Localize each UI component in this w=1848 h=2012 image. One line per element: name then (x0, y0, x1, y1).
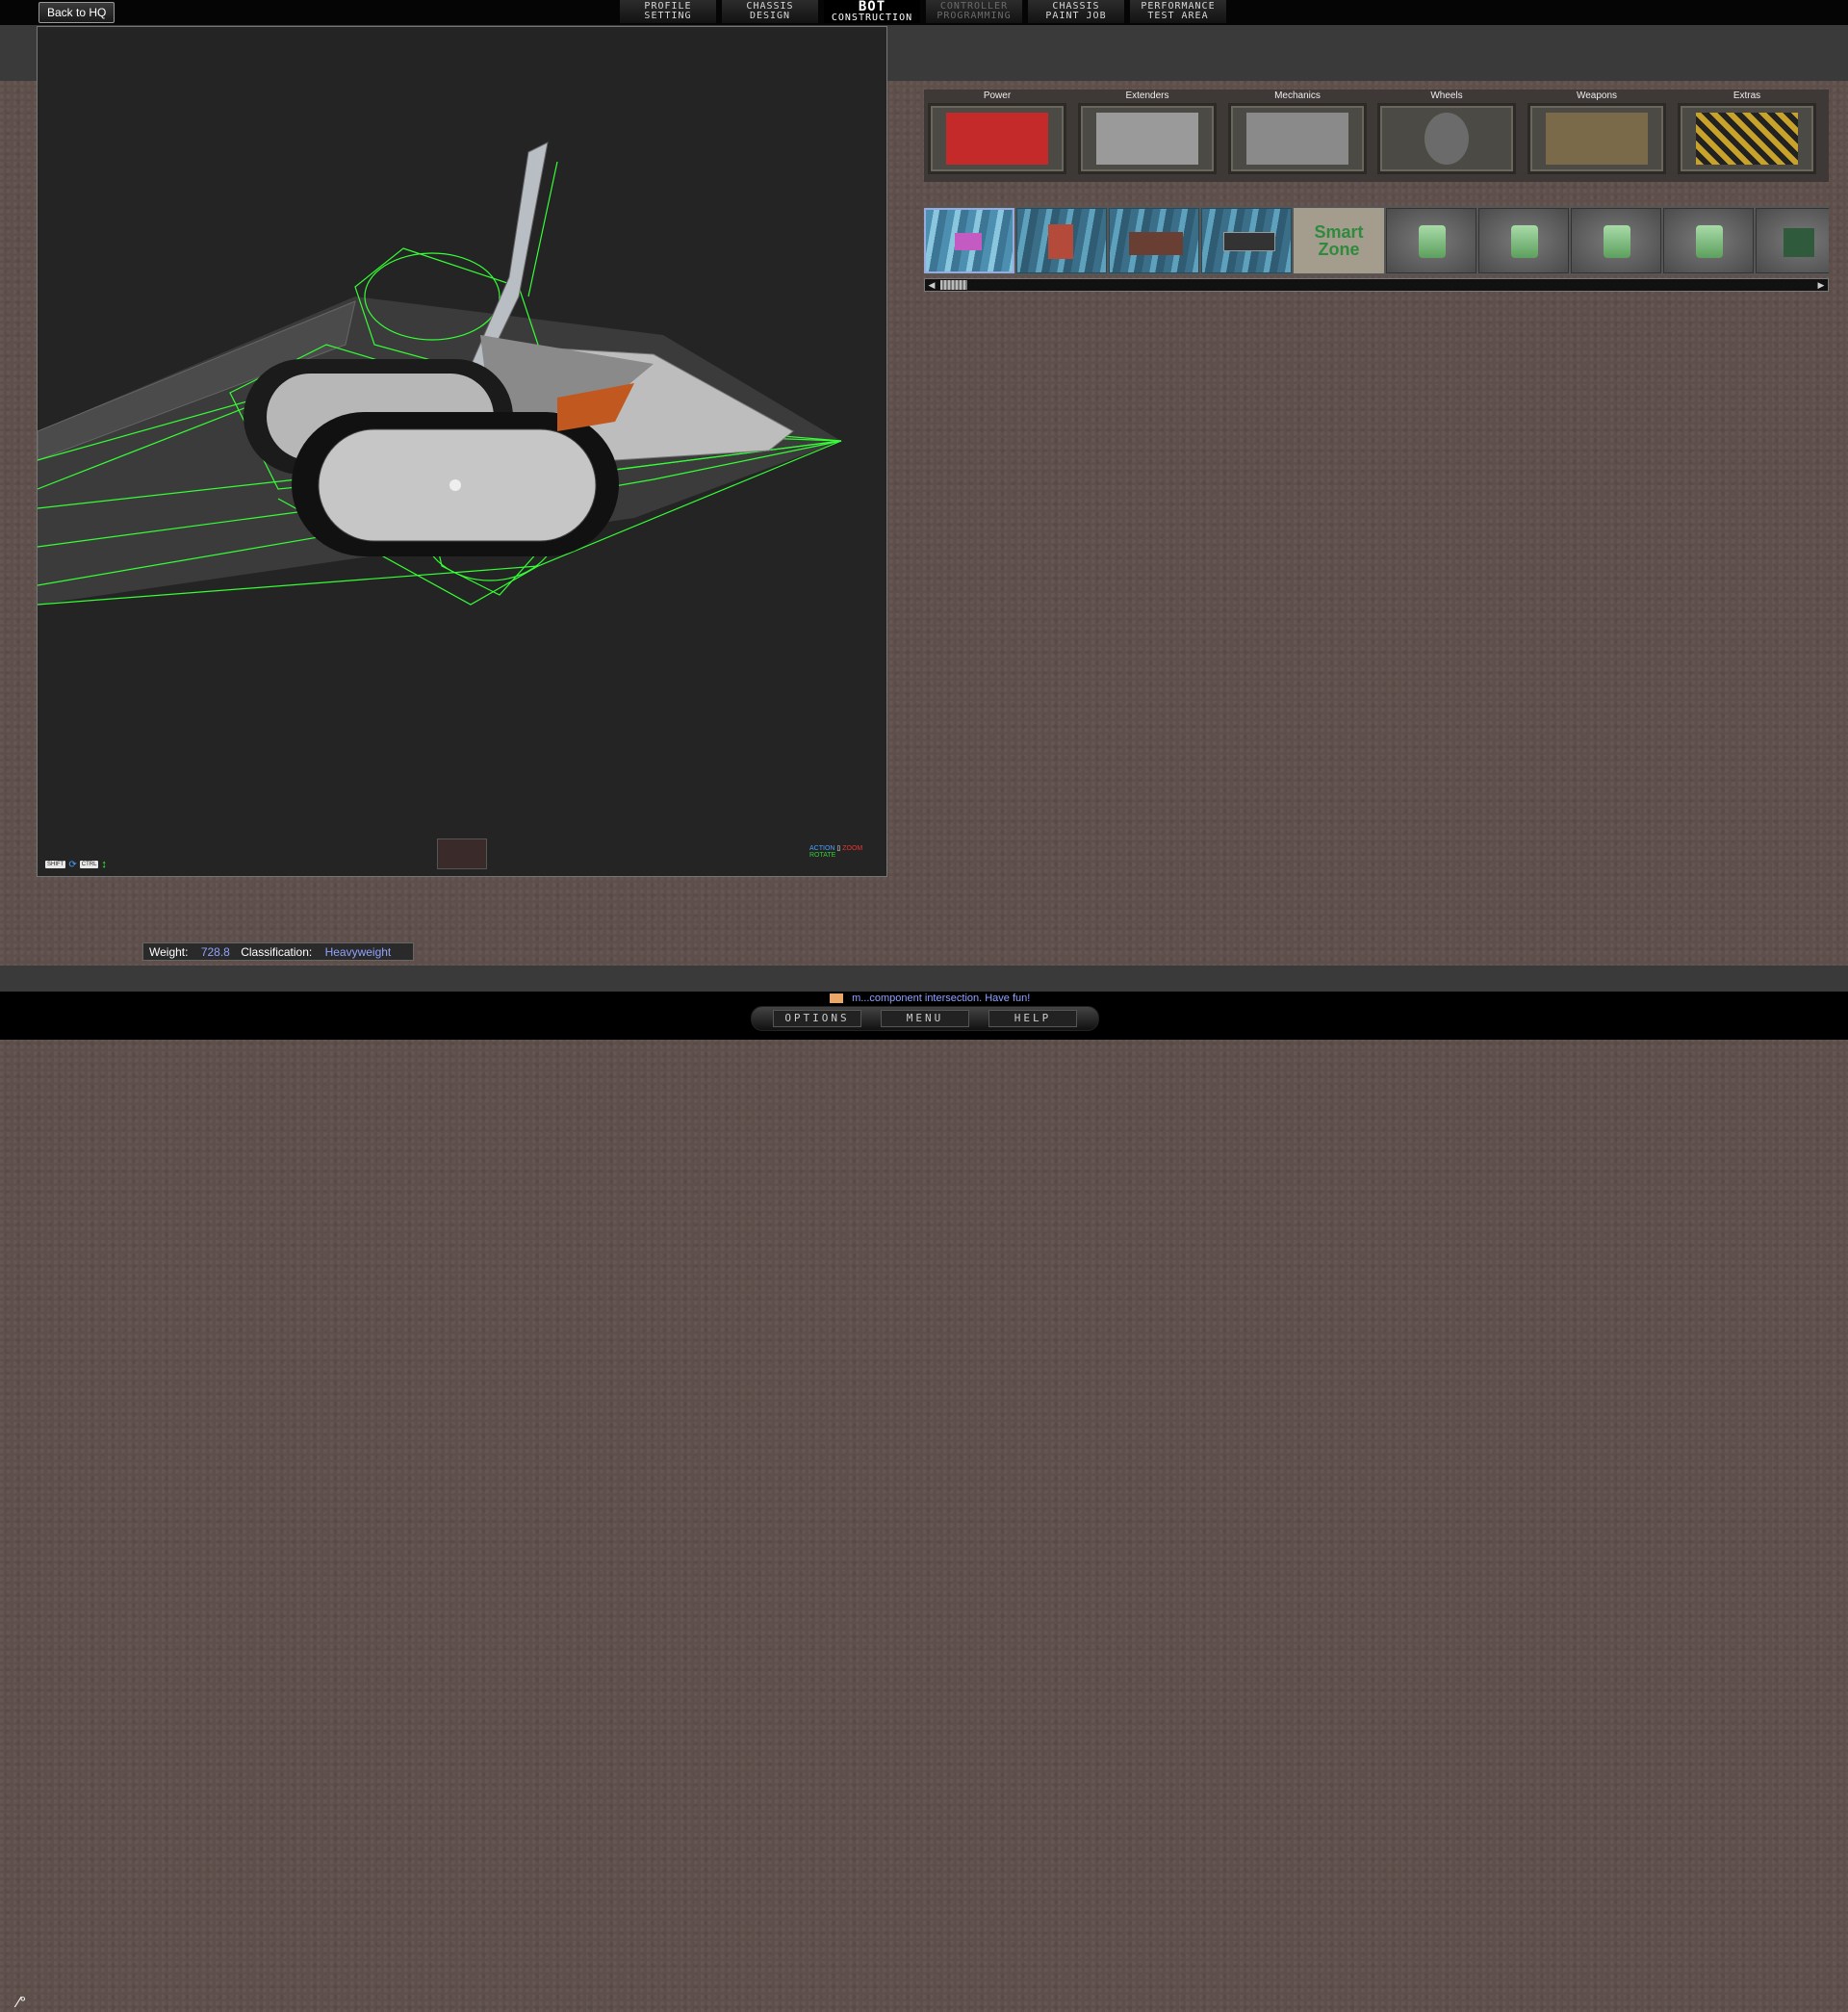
category-label: Extras (1732, 90, 1761, 101)
component-thumbnail[interactable] (437, 838, 487, 869)
part-battery-large[interactable] (1109, 208, 1199, 273)
options-button[interactable]: OPTIONS (773, 1010, 861, 1027)
blade-icon[interactable] (1527, 103, 1666, 174)
circuit-board-icon (1784, 228, 1814, 257)
scroll-thumb[interactable] (940, 280, 967, 290)
part-icon (1129, 232, 1183, 255)
chip-icon (1511, 225, 1538, 258)
bottom-menu: OPTIONS MENU HELP (751, 1006, 1099, 1031)
status-ticker: m...component intersection. Have fun! (830, 993, 1030, 1004)
tab-chassis-design[interactable]: CHASSIS DESIGN (722, 0, 818, 23)
part-green-chip-2[interactable] (1478, 208, 1569, 273)
ctrl-key: CTRL (79, 861, 99, 868)
scroll-right-arrow-icon[interactable]: ▶ (1814, 279, 1828, 291)
tab-chassis-paint-job[interactable]: CHASSIS PAINT JOB (1028, 0, 1124, 23)
part-battery-small[interactable] (1016, 208, 1107, 273)
category-extras[interactable]: Extras (1676, 90, 1818, 176)
action-label: ACTION (809, 845, 835, 852)
tab-line2: CONSTRUCTION (831, 12, 913, 23)
tab-performance-test-area[interactable]: PERFORMANCE TEST AREA (1130, 0, 1226, 23)
tab-line2: TEST AREA (1147, 11, 1209, 21)
category-power[interactable]: Power (926, 90, 1068, 176)
chip-icon (1604, 225, 1630, 258)
zoom-label: ZOOM (842, 845, 863, 852)
corner-logo-icon: ⁄° (17, 1995, 27, 2011)
part-icon (955, 233, 982, 250)
smart-zone-line1: Smart (1314, 222, 1364, 242)
smart-zone-line2: Zone (1318, 240, 1360, 259)
menu-button[interactable]: MENU (881, 1010, 969, 1027)
shift-key: SHIFT (45, 861, 66, 868)
chip-icon (1696, 225, 1723, 258)
part-green-chip-3[interactable] (1571, 208, 1661, 273)
track-hub (449, 479, 461, 491)
part-battery-pack[interactable] (1201, 208, 1292, 273)
tab-line2: PROGRAMMING (937, 11, 1012, 21)
part-circuit-board[interactable] (1756, 208, 1829, 273)
top-bar: Back to HQ PROFILE SETTING CHASSIS DESIG… (0, 0, 1848, 25)
smart-zone-part[interactable]: Smart Zone (1294, 208, 1384, 273)
part-icon (1048, 224, 1073, 259)
parts-row: Smart Zone (924, 206, 1829, 275)
category-label: Weapons (1576, 90, 1618, 101)
bot-3d-viewport[interactable]: SHIFT ⟳ CTRL ↕ ACTION ▯ ZOOM ROTATE (37, 26, 887, 877)
category-label: Wheels (1430, 90, 1463, 101)
rotate-icon: ⟳ (68, 859, 77, 870)
battery-icon[interactable] (928, 103, 1066, 174)
bot-model-render (38, 142, 842, 606)
classification-label: Classification: (241, 945, 313, 959)
tab-controller-programming[interactable]: CONTROLLER PROGRAMMING (926, 0, 1022, 23)
parts-scrollbar[interactable]: ◀ ▶ (924, 278, 1829, 292)
part-green-chip-4[interactable] (1663, 208, 1754, 273)
tab-line2: SETTING (644, 11, 692, 21)
tab-profile-setting[interactable]: PROFILE SETTING (620, 0, 716, 23)
motor-icon[interactable] (1228, 103, 1367, 174)
chip-icon (1419, 225, 1446, 258)
category-label: Mechanics (1274, 90, 1321, 101)
ticker-text: m...component intersection. Have fun! (852, 993, 1031, 1004)
main-nav: PROFILE SETTING CHASSIS DESIGN BOT CONST… (620, 0, 1226, 23)
wheel-icon[interactable] (1377, 103, 1516, 174)
mouse-icon: ▯ (836, 845, 841, 852)
vertical-move-icon: ↕ (101, 859, 107, 870)
classification-value: Heavyweight (324, 945, 392, 959)
weight-label: Weight: (149, 945, 189, 959)
category-label: Power (983, 90, 1012, 101)
footer-band (0, 966, 1848, 992)
camera-controls-hint: SHIFT ⟳ CTRL ↕ (45, 859, 107, 870)
mouse-controls-hint: ACTION ▯ ZOOM ROTATE (809, 844, 886, 859)
tab-line1: BOT (858, 0, 886, 14)
category-extenders[interactable]: Extenders (1076, 90, 1219, 176)
tab-line2: PAINT JOB (1045, 11, 1107, 21)
part-green-chip-1[interactable] (1386, 208, 1476, 273)
category-label: Extenders (1125, 90, 1169, 101)
part-chip-pink[interactable] (924, 208, 1014, 273)
category-weapons[interactable]: Weapons (1526, 90, 1668, 176)
rotate-label: ROTATE (809, 852, 836, 859)
part-icon (1223, 232, 1275, 251)
back-to-hq-button[interactable]: Back to HQ (38, 2, 116, 23)
extender-bar-icon[interactable] (1078, 103, 1217, 174)
tab-bot-construction[interactable]: BOT CONSTRUCTION (824, 0, 920, 23)
tab-line2: DESIGN (749, 11, 791, 21)
category-mechanics[interactable]: Mechanics (1226, 90, 1369, 176)
scroll-left-arrow-icon[interactable]: ◀ (925, 279, 938, 291)
ticker-icon (830, 993, 843, 1004)
hazard-icon[interactable] (1678, 103, 1816, 174)
weight-value: 728.8 (200, 945, 230, 959)
category-bar: Power Extenders Mechanics Wheels Weapons… (924, 90, 1829, 182)
weight-status: Weight: 728.8 Classification: Heavyweigh… (142, 942, 414, 961)
category-wheels[interactable]: Wheels (1375, 90, 1518, 176)
help-button[interactable]: HELP (988, 1010, 1077, 1027)
